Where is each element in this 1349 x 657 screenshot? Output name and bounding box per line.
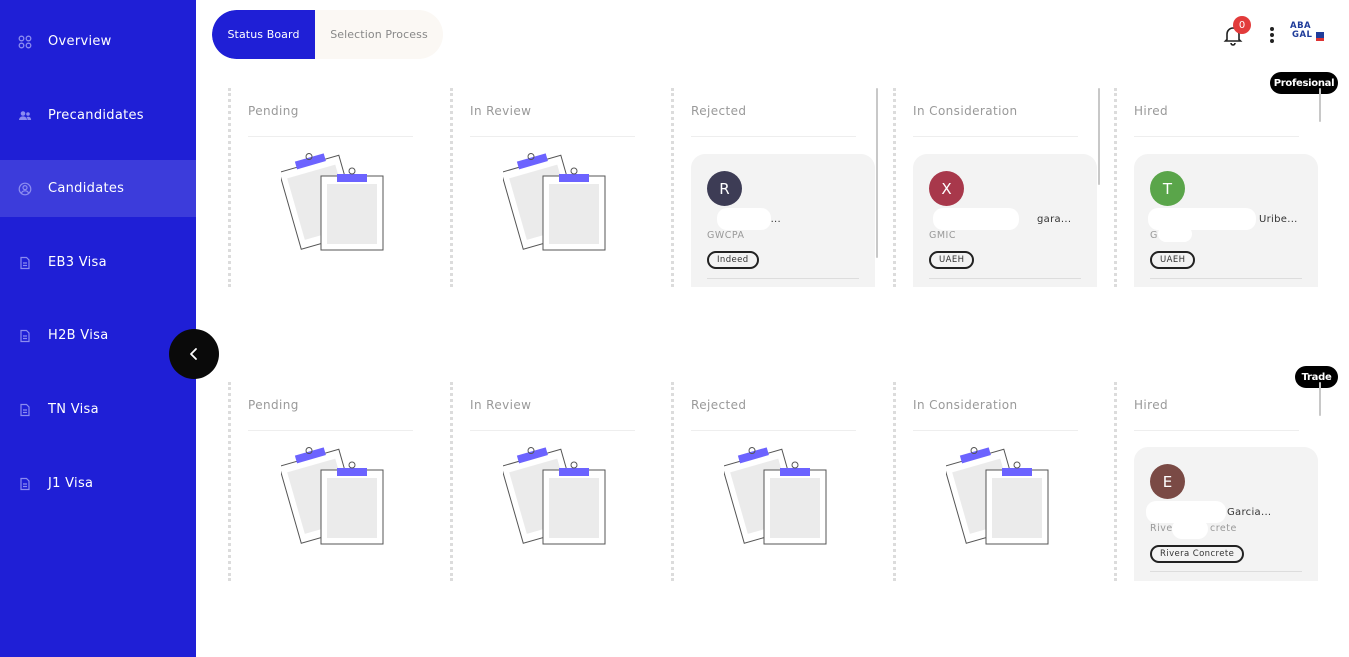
empty-clipboard-illustration: [946, 447, 1049, 545]
column-title: Pending: [248, 398, 299, 412]
candidate-card[interactable]: R R... GWCPA Indeed: [691, 154, 875, 287]
grid-icon: [18, 35, 32, 49]
empty-clipboard-illustration: [281, 447, 384, 545]
column-scrollbar[interactable]: [1098, 88, 1100, 185]
candidate-card[interactable]: E Garcia... Rive crete Rivera Concrete: [1134, 447, 1318, 581]
column-title: Hired: [1134, 398, 1169, 412]
candidate-company: G: [1150, 230, 1158, 241]
column-scrollbar[interactable]: [1319, 88, 1321, 122]
sidebar-item-label: TN Visa: [48, 402, 99, 417]
chevron-left-icon: [190, 348, 197, 360]
candidate-company: GWCPA: [707, 230, 745, 241]
tab-selection-process[interactable]: Selection Process: [315, 10, 443, 59]
column-title: Rejected: [691, 104, 747, 118]
column-in-review: In Review: [450, 382, 655, 581]
sidebar: Overview Precandidates Candidates EB3 Vi…: [0, 0, 196, 657]
column-title: In Review: [470, 398, 532, 412]
source-badge: Rivera Concrete: [1150, 545, 1245, 563]
sidebar-item-label: Overview: [48, 34, 112, 49]
sidebar-item-label: Candidates: [48, 181, 125, 196]
avatar: T: [1150, 171, 1185, 206]
source-badge: Indeed: [707, 251, 759, 269]
empty-clipboard-illustration: [503, 447, 606, 545]
column-title: Rejected: [691, 398, 747, 412]
sidebar-item-label: EB3 Visa: [48, 255, 107, 270]
column-scrollbar[interactable]: [1319, 382, 1321, 416]
column-rejected: Rejected R R... GWCPA Indeed: [671, 88, 878, 287]
column-title: Hired: [1134, 104, 1169, 118]
document-icon: [18, 477, 32, 491]
sidebar-item-label: Precandidates: [48, 108, 144, 123]
empty-clipboard-illustration: [503, 153, 606, 251]
column-title: In Consideration: [913, 104, 1018, 118]
candidate-name: gara...: [1037, 214, 1072, 225]
candidate-card[interactable]: X gara... GMIC UAEH: [913, 154, 1097, 287]
collapse-sidebar-button[interactable]: [169, 329, 219, 379]
sidebar-item-overview[interactable]: Overview: [0, 13, 196, 70]
column-pending: Pending: [228, 382, 433, 581]
avatar: E: [1150, 464, 1185, 499]
empty-clipboard-illustration: [281, 153, 384, 251]
candidate-company: GMIC: [929, 230, 956, 241]
sidebar-item-candidates[interactable]: Candidates: [0, 160, 196, 217]
sidebar-item-eb3-visa[interactable]: EB3 Visa: [0, 234, 196, 291]
candidate-company-tail: crete: [1210, 523, 1237, 534]
column-scrollbar[interactable]: [876, 88, 878, 258]
sidebar-item-label: J1 Visa: [48, 476, 94, 491]
users-icon: [18, 109, 32, 123]
column-pending: Pending: [228, 88, 433, 287]
column-hired: Hired T Uribe... G UAEH: [1114, 88, 1321, 287]
document-icon: [18, 403, 32, 417]
more-options-icon[interactable]: [1266, 24, 1278, 46]
avatar: X: [929, 171, 964, 206]
column-title: Pending: [248, 104, 299, 118]
sidebar-item-precandidates[interactable]: Precandidates: [0, 87, 196, 144]
candidate-name: Uribe...: [1259, 214, 1298, 225]
source-badge: UAEH: [1150, 251, 1196, 269]
sidebar-item-h2b-visa[interactable]: H2B Visa: [0, 307, 196, 364]
document-icon: [18, 256, 32, 270]
document-icon: [18, 329, 32, 343]
candidate-card[interactable]: T Uribe... G UAEH: [1134, 154, 1318, 287]
notification-badge: 0: [1233, 16, 1251, 34]
empty-clipboard-illustration: [724, 447, 827, 545]
column-in-consideration: In Consideration: [893, 382, 1098, 581]
source-badge: UAEH: [929, 251, 975, 269]
column-in-review: In Review: [450, 88, 655, 287]
candidate-name: Garcia...: [1227, 507, 1272, 518]
candidate-company: Rive: [1150, 523, 1173, 534]
column-in-consideration: In Consideration X gara... GMIC UAEH: [893, 88, 1100, 287]
column-rejected: Rejected: [671, 382, 876, 581]
column-hired: Hired E Garcia... Rive crete Rivera Conc…: [1114, 382, 1321, 581]
avatar: R: [707, 171, 742, 206]
view-tabs: Status Board Selection Process: [212, 10, 443, 59]
sidebar-item-j1-visa[interactable]: J1 Visa: [0, 455, 196, 512]
column-title: In Consideration: [913, 398, 1018, 412]
user-circle-icon: [18, 182, 32, 196]
column-title: In Review: [470, 104, 532, 118]
company-logo[interactable]: ABA GAL: [1290, 22, 1326, 48]
sidebar-item-label: H2B Visa: [48, 328, 109, 343]
sidebar-item-tn-visa[interactable]: TN Visa: [0, 381, 196, 438]
tab-status-board[interactable]: Status Board: [212, 10, 315, 59]
